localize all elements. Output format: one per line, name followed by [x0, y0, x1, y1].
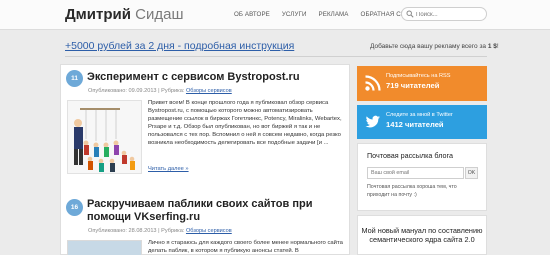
search-input[interactable] — [416, 10, 482, 19]
post-title[interactable]: Эксперимент с сервисом Bystropost.ru — [87, 71, 347, 84]
twitter-readers-count: 1412 читателей — [386, 120, 444, 129]
advert-text: Добавьте сюда вашу рекламу всего за — [370, 43, 487, 50]
rss-readers-count: 719 читателей — [386, 81, 440, 90]
promo-link[interactable]: +5000 рублей за 2 дня - подробная инстру… — [65, 40, 294, 52]
published-label: Опубликовано: — [88, 228, 127, 234]
twitter-caption: Следите за мной в Twitter — [386, 112, 453, 118]
manual-promo-title[interactable]: Мой новый мануал по составлению семантич… — [360, 226, 484, 244]
rss-subscribe-box[interactable]: Подписывайтесь на RSS 719 читателей — [357, 66, 487, 101]
post-date: 09.09.2013 — [128, 88, 157, 94]
subscribe-button[interactable]: OK — [465, 167, 478, 179]
comment-count-badge[interactable]: 16 — [66, 199, 83, 216]
post-category-link[interactable]: Обзоры сервисов — [186, 228, 232, 234]
advert-price[interactable]: 1 $ — [488, 43, 497, 50]
main-nav: ОБ АВТОРЕ УСЛУГИ РЕКЛАМА ОБРАТНАЯ СВЯЗЬ — [234, 11, 417, 18]
nav-services[interactable]: УСЛУГИ — [282, 11, 307, 18]
comment-count-badge[interactable]: 11 — [66, 70, 83, 87]
rss-icon — [365, 75, 381, 91]
post-thumbnail[interactable] — [67, 100, 142, 174]
category-label: | Рубрика: — [158, 228, 185, 234]
post-title[interactable]: Раскручиваем паблики своих сайтов при по… — [87, 198, 345, 224]
twitter-follow-box[interactable]: Следите за мной в Twitter 1412 читателей — [357, 105, 487, 139]
email-field[interactable] — [367, 167, 464, 179]
mail-subscription-title: Почтовая рассылка блога — [367, 151, 453, 160]
site-header: Дмитрий Сидаш ОБ АВТОРЕ УСЛУГИ РЕКЛАМА О… — [0, 0, 550, 30]
rss-caption: Подписывайтесь на RSS — [386, 73, 451, 79]
post-date: 28.08.2013 — [128, 228, 157, 234]
divider — [65, 56, 487, 57]
twitter-bird-icon — [365, 115, 380, 128]
search-box[interactable] — [401, 7, 487, 21]
mail-subscription-note: Почтовая рассылка хороша тем, что приход… — [367, 184, 457, 198]
post-meta: Опубликовано: 28.08.2013 | Рубрика: Обзо… — [88, 228, 232, 234]
post-category-link[interactable]: Обзоры сервисов — [186, 88, 232, 94]
logo-last-name: Сидаш — [135, 6, 184, 23]
advert-end: ! — [496, 43, 499, 50]
post-excerpt: Лично я стараюсь для каждого своего боле… — [148, 240, 343, 254]
published-label: Опубликовано: — [88, 88, 127, 94]
post-excerpt: Привет всем! В конце прошлого года я пуб… — [148, 100, 342, 146]
search-icon — [406, 10, 414, 18]
advert-notice: Добавьте сюда вашу рекламу всего за 1 $! — [370, 43, 499, 50]
logo-first-name: Дмитрий — [65, 6, 131, 23]
puppeteer-illustration — [68, 101, 141, 173]
post-meta: Опубликовано: 09.09.2013 | Рубрика: Обзо… — [88, 88, 232, 94]
read-more-link[interactable]: Читать далее » — [148, 166, 189, 172]
nav-about[interactable]: ОБ АВТОРЕ — [234, 11, 270, 18]
post-thumbnail[interactable] — [67, 240, 142, 255]
nav-advertising[interactable]: РЕКЛАМА — [319, 11, 349, 18]
category-label: | Рубрика: — [158, 88, 185, 94]
site-logo[interactable]: Дмитрий Сидаш — [65, 6, 183, 23]
